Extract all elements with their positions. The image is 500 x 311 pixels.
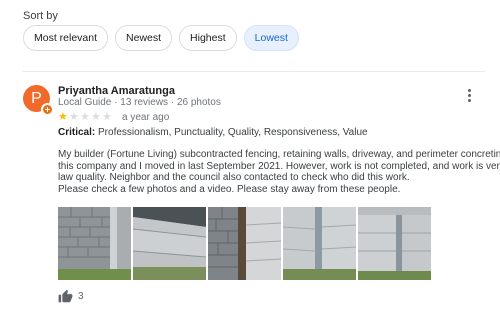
reviewer-name[interactable]: Priyantha Amaratunga <box>58 85 175 97</box>
like-count: 3 <box>78 290 84 302</box>
local-guide-badge-icon <box>41 103 54 116</box>
reviewer-meta: Local Guide · 13 reviews · 26 photos <box>58 97 221 108</box>
sort-chip-most-relevant[interactable]: Most relevant <box>23 25 109 51</box>
review-photo[interactable] <box>133 207 206 280</box>
star-icon: ★ <box>58 111 68 123</box>
review-text: My builder (Fortune Living) subcontracte… <box>58 149 500 195</box>
divider <box>23 71 485 72</box>
avatar-letter: P <box>31 90 42 107</box>
critical-attributes: Critical: Professionalism, Punctuality, … <box>58 127 368 138</box>
sort-chips: Most relevant Newest Highest Lowest <box>23 25 299 51</box>
sort-chip-newest[interactable]: Newest <box>115 25 173 51</box>
rating-row: ★ ★ ★ ★ ★ a year ago <box>58 111 169 123</box>
review-text-line: this company and I moved in last Septemb… <box>58 160 500 172</box>
star-icon: ★ <box>91 111 101 123</box>
star-icon: ★ <box>80 111 90 123</box>
thumb-up-icon <box>58 289 73 303</box>
more-vert-icon[interactable] <box>462 89 476 105</box>
critical-label: Critical: <box>58 127 96 138</box>
sort-chip-highest[interactable]: Highest <box>179 25 237 51</box>
sort-label: Sort by <box>23 10 58 22</box>
review-photo[interactable] <box>208 207 281 280</box>
review-photo[interactable] <box>58 207 131 280</box>
sort-chip-lowest[interactable]: Lowest <box>243 25 299 51</box>
review-photo[interactable] <box>358 207 431 280</box>
review-text-line: My builder (Fortune Living) subcontracte… <box>58 149 500 160</box>
avatar[interactable]: P <box>23 85 54 116</box>
review-text-line: Please check a few photos and a video. P… <box>58 183 401 195</box>
star-icon: ★ <box>102 111 112 123</box>
like-button[interactable]: 3 <box>58 289 84 303</box>
review-time: a year ago <box>122 111 170 123</box>
critical-items: Professionalism, Punctuality, Quality, R… <box>98 127 368 138</box>
review-text-line: law quality. Neighbor and the council al… <box>58 172 410 184</box>
review-photo[interactable] <box>283 207 356 280</box>
review-photos <box>58 207 431 280</box>
star-icon: ★ <box>69 111 79 123</box>
